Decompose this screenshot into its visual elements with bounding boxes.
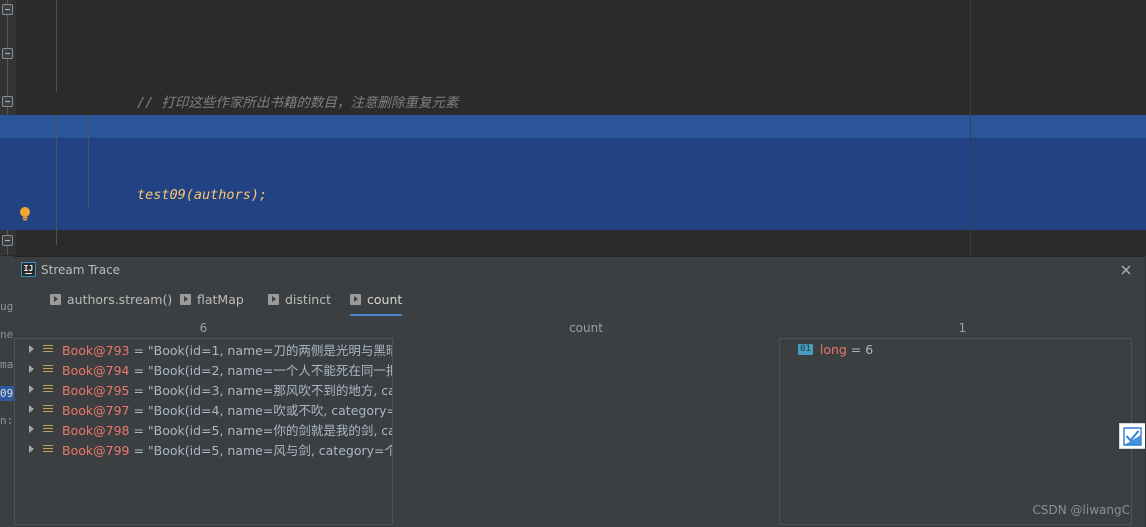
expand-arrow-icon[interactable] [29, 345, 34, 353]
list-item[interactable]: Book@793 = "Book(id=1, name=刀的两侧是光明与黑暗, … [15, 339, 392, 359]
list-item-text: Book@799 = "Book(id=5, name=风与剑, categor… [62, 440, 392, 459]
checkmark-icon [1123, 427, 1142, 446]
background-window-leak: ug nes ma 09 n: [0, 256, 14, 527]
object-ref: Book@794 [62, 362, 130, 378]
expand-arrow-icon[interactable] [29, 445, 34, 453]
list-item-text: Book@793 = "Book(id=1, name=刀的两侧是光明与黑暗, … [62, 340, 392, 359]
stage-run-icon [268, 293, 279, 305]
stream-trace-panel: IJ Stream Trace authors.stream() flatMap… [0, 256, 1146, 527]
code-line-comment: // 打印这些作家所出书籍的数目，注意删除重复元素 [16, 69, 1146, 111]
tab-label: distinct [285, 291, 331, 307]
list-item[interactable]: Book@798 = "Book(id=5, name=你的剑就是我的剑, ca… [15, 419, 392, 439]
object-ref: Book@793 [62, 342, 130, 358]
code-fold-marker[interactable] [2, 96, 13, 107]
object-value: = "Book(id=3, name=那风吹不到的地方, categ [129, 382, 392, 398]
tab-count[interactable]: count [350, 286, 403, 316]
object-ref: Book@797 [62, 402, 130, 418]
result-value: = 6 [846, 341, 874, 357]
list-object-icon [43, 344, 53, 355]
list-item-text: Book@794 = "Book(id=2, name=一个人不能死在同一把刀​ [62, 360, 392, 379]
leak-fragment: 09 [0, 387, 14, 400]
tab-label: flatMap [197, 291, 244, 307]
object-ref: Book@799 [62, 442, 130, 458]
screen-root: // 打印这些作家所出书籍的数目，注意删除重复元素 test09(authors… [0, 0, 1146, 527]
list-object-icon [43, 444, 53, 455]
tab-label: count [367, 291, 403, 307]
panel-title: Stream Trace [41, 263, 121, 277]
code-content[interactable]: // 打印这些作家所出书籍的数目，注意删除重复元素 test09(authors… [16, 0, 1146, 255]
operation-canvas [394, 338, 778, 525]
code-token-call: test09(authors); [137, 187, 268, 203]
object-value: = "Book(id=5, name=你的剑就是我的剑, categ [129, 422, 392, 438]
list-item[interactable]: Book@794 = "Book(id=2, name=一个人不能死在同一把刀​ [15, 359, 392, 379]
column-header-operation: count [569, 321, 603, 335]
list-item[interactable]: Book@795 = "Book(id=3, name=那风吹不到的地方, ca… [15, 379, 392, 399]
cursor-checkmark-artifact [1119, 423, 1146, 449]
stream-stage-tabs[interactable]: authors.stream() flatMap distinct count [14, 286, 1146, 316]
list-item-text: Book@795 = "Book(id=3, name=那风吹不到的地方, ca… [62, 380, 392, 399]
active-tab-underline [350, 314, 403, 316]
list-object-icon [43, 364, 53, 375]
tab-label: authors.stream() [67, 291, 173, 307]
code-editor[interactable]: // 打印这些作家所出书籍的数目，注意删除重复元素 test09(authors… [0, 0, 1146, 255]
tab-authors-stream[interactable]: authors.stream() [50, 286, 172, 312]
code-fold-marker[interactable] [2, 235, 13, 246]
tab-flatmap[interactable]: flatMap [180, 286, 244, 312]
leak-fragment: ma [0, 358, 14, 371]
primitive-badge-icon: 01 [798, 343, 813, 355]
trace-columns: 6 count 1 Book@793 = "Book(id=1, name=刀的… [14, 318, 1146, 527]
list-item-text: Book@798 = "Book(id=5, name=你的剑就是我的剑, ca… [62, 420, 392, 439]
result-text: long = 6 [820, 342, 873, 357]
intellij-idea-icon: IJ [21, 262, 36, 277]
stage-run-icon [180, 293, 191, 305]
object-value: = "Book(id=5, name=风与剑, category=个人传 [133, 442, 392, 458]
list-item-text: Book@797 = "Book(id=4, name=吹或不吹, catego… [62, 400, 392, 419]
object-value: = "Book(id=2, name=一个人不能死在同一把刀​ [129, 362, 392, 378]
panel-titlebar: IJ Stream Trace [14, 256, 1146, 284]
list-item[interactable]: 01 long = 6 [780, 339, 1131, 359]
object-value: = "Book(id=1, name=刀的两侧是光明与黑暗, c [129, 342, 392, 358]
list-object-icon [43, 384, 53, 395]
leak-fragment: n: [0, 414, 14, 427]
code-line-call: test09(authors); [16, 161, 1146, 203]
stage-run-icon [350, 293, 361, 305]
object-ref: Book@795 [62, 382, 130, 398]
watermark: CSDN @liwangC [1032, 503, 1130, 517]
object-value: = "Book(id=4, name=吹或不吹, category=爱情 [133, 402, 392, 418]
close-icon[interactable] [1118, 262, 1134, 278]
stage-run-icon [50, 293, 61, 305]
list-item[interactable]: Book@797 = "Book(id=4, name=吹或不吹, catego… [15, 399, 392, 419]
list-item[interactable]: Book@799 = "Book(id=5, name=风与剑, categor… [15, 439, 392, 459]
expand-arrow-icon[interactable] [29, 365, 34, 373]
column-header-result-count: 1 [958, 321, 967, 335]
code-fold-marker[interactable] [2, 48, 13, 59]
column-header-source-count: 6 [199, 321, 208, 335]
code-line-brace: } [16, 253, 1146, 255]
list-object-icon [43, 404, 53, 415]
leak-fragment: nes [0, 328, 14, 341]
list-object-icon [43, 424, 53, 435]
source-values-list[interactable]: Book@793 = "Book(id=1, name=刀的两侧是光明与黑暗, … [14, 338, 393, 525]
intention-bulb-icon[interactable] [18, 206, 32, 222]
expand-arrow-icon[interactable] [29, 385, 34, 393]
code-token-comment: // 打印这些作家所出书籍的数目，注意删除重复元素 [137, 95, 459, 111]
result-type: long [819, 341, 847, 357]
expand-arrow-icon[interactable] [29, 405, 34, 413]
expand-arrow-icon[interactable] [29, 425, 34, 433]
result-values-list[interactable]: 01 long = 6 [779, 338, 1132, 525]
tab-distinct[interactable]: distinct [268, 286, 331, 312]
code-fold-marker[interactable] [2, 4, 13, 15]
leak-fragment: ug [0, 300, 14, 313]
object-ref: Book@798 [62, 422, 130, 438]
